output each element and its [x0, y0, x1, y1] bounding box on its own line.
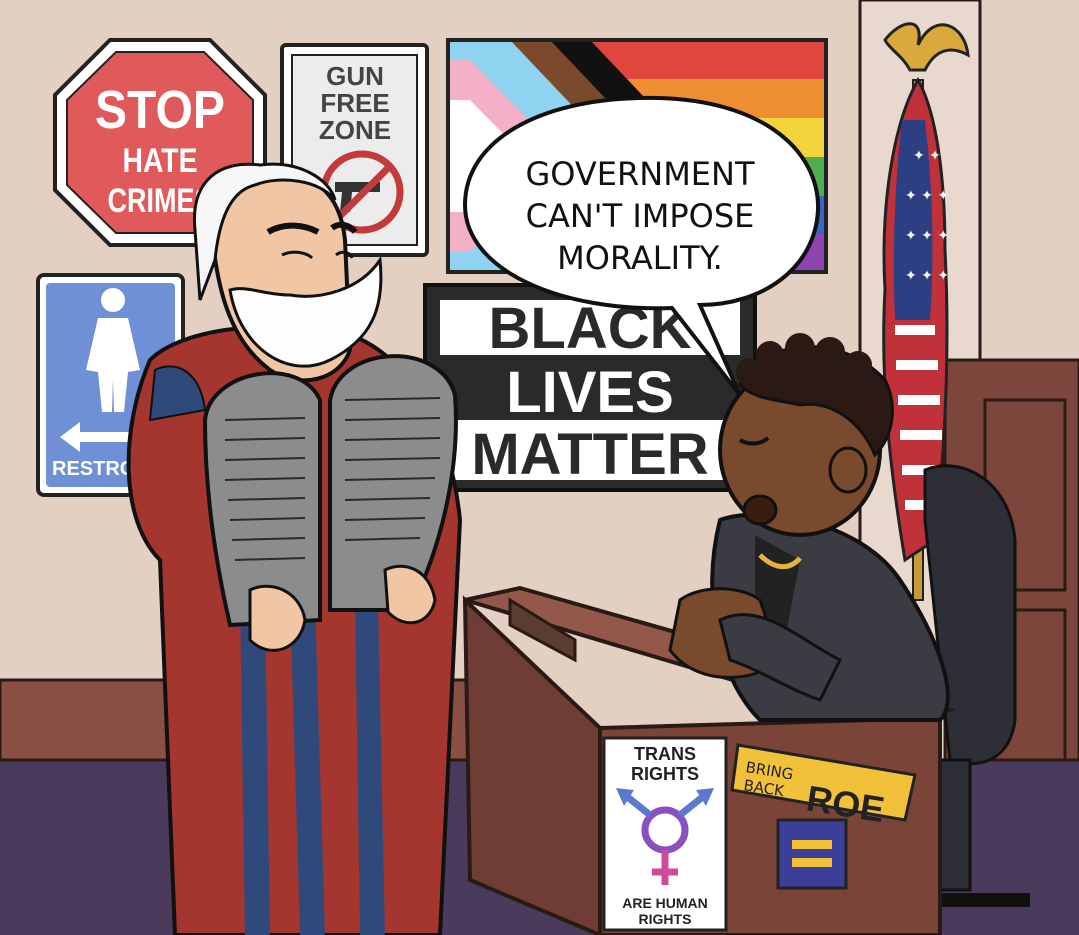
restroom-label: RESTRO — [52, 458, 135, 480]
svg-text:✦ ✦ ✦: ✦ ✦ ✦ — [905, 268, 949, 284]
gun-sign-line3: ZONE — [319, 115, 391, 145]
blm-line3: MATTER — [471, 422, 708, 487]
trans-sticker-line3: ARE HUMAN — [622, 895, 708, 911]
speech-line3: MORALITY. — [557, 239, 723, 277]
trans-sticker-line4: RIGHTS — [639, 911, 692, 927]
equality-sticker — [776, 818, 848, 890]
svg-text:✦ ✦ ✦: ✦ ✦ ✦ — [905, 228, 949, 244]
speech-line2: CAN'T IMPOSE — [526, 197, 755, 235]
stop-sign-line1: STOP — [95, 80, 225, 140]
svg-text:✦ ✦: ✦ ✦ — [913, 148, 941, 164]
comic-panel: STOP HATE CRIMES GUN FREE ZONE BLACK LIV… — [0, 0, 1079, 935]
trans-rights-sticker: TRANS RIGHTS ARE HUMAN RIGHTS — [602, 736, 728, 932]
gun-sign-line2: FREE — [320, 88, 389, 118]
ten-commandments-tablets — [202, 354, 458, 652]
stop-sign-line2: HATE — [123, 142, 198, 180]
trans-sticker-line2: RIGHTS — [631, 764, 699, 784]
trans-sticker-line1: TRANS — [634, 744, 696, 764]
blm-line2: LIVES — [506, 360, 674, 425]
speech-line1: GOVERNMENT — [525, 155, 754, 193]
svg-text:✦ ✦ ✦: ✦ ✦ ✦ — [905, 188, 949, 204]
comic-illustration: STOP HATE CRIMES GUN FREE ZONE BLACK LIV… — [0, 0, 1079, 935]
gun-sign-line1: GUN — [326, 61, 384, 91]
